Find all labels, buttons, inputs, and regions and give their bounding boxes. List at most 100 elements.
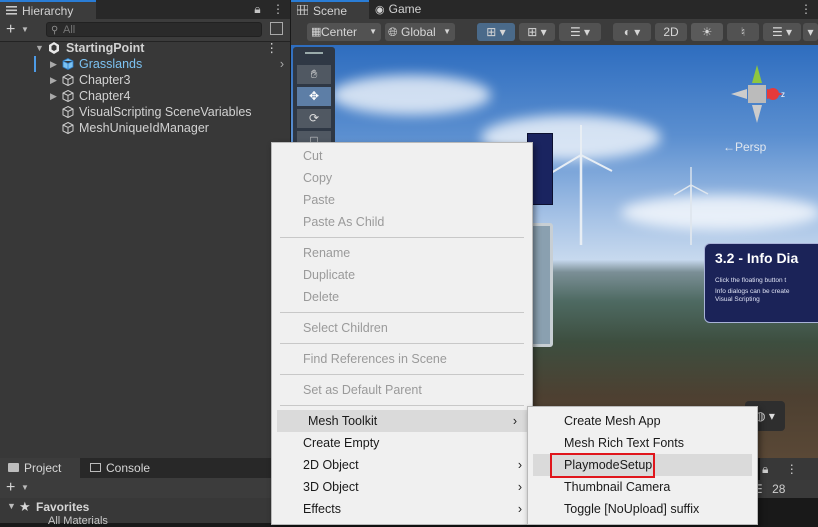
2d-toggle[interactable]: 2D xyxy=(655,23,687,41)
expand-triangle-icon[interactable]: ▼ xyxy=(35,40,44,56)
favorite-item[interactable]: All Materials xyxy=(48,515,108,527)
tree-item-visualscripting[interactable]: VisualScripting SceneVariables xyxy=(0,104,290,120)
more-options-icon[interactable]: ⋮ xyxy=(800,2,812,16)
menu-item-3d-object[interactable]: 3D Object › xyxy=(272,476,532,498)
panel-controls: 🔒︎ ⋮ xyxy=(760,458,818,480)
unity-scene-icon xyxy=(49,42,59,54)
menu-item-find-references[interactable]: Find References in Scene xyxy=(272,348,532,370)
add-icon[interactable]: + xyxy=(6,21,15,39)
menu-item-mesh-toolkit[interactable]: Mesh Toolkit › xyxy=(277,410,527,432)
item-label: VisualScripting SceneVariables xyxy=(79,105,252,119)
menu-item-paste-as-child[interactable]: Paste As Child xyxy=(272,211,532,233)
menu-item-delete[interactable]: Delete xyxy=(272,286,532,308)
tab-hierarchy-label: Hierarchy xyxy=(22,4,74,18)
menu-item-label: Delete xyxy=(303,290,340,304)
menu-separator xyxy=(280,405,524,406)
expand-triangle-icon[interactable]: ▶ xyxy=(50,72,57,88)
submenu-item-rich-text-fonts[interactable]: Mesh Rich Text Fonts xyxy=(528,432,757,454)
tree-item-chapter4[interactable]: ▶ Chapter4 xyxy=(0,88,290,104)
context-menu: Cut Copy Paste Paste As Child Rename Dup… xyxy=(271,142,533,525)
space-label: Global xyxy=(401,25,436,39)
more-options-icon[interactable]: ⋮ xyxy=(786,462,798,476)
mute-icon: ♮ xyxy=(740,25,746,39)
move-tool-button[interactable]: ✥ xyxy=(297,87,331,106)
tree-item-chapter3[interactable]: ▶ Chapter3 xyxy=(0,72,290,88)
asset-count: 28 xyxy=(772,482,786,496)
expand-triangle-icon[interactable]: ▶ xyxy=(50,88,57,104)
more-options-icon[interactable]: ⋮ xyxy=(272,2,284,16)
tab-console[interactable]: Console xyxy=(84,458,174,478)
snap-increment-button[interactable]: ⊞ ▾ xyxy=(519,23,555,41)
tree-item-meshuniqueid[interactable]: MeshUniqueIdManager xyxy=(0,120,290,136)
tab-game-label: Game xyxy=(388,2,422,16)
menu-item-label: Find References in Scene xyxy=(303,352,447,366)
more-options-icon[interactable]: ⋮ xyxy=(266,40,279,56)
grid-snap-button[interactable]: ⊞ ▾ xyxy=(477,23,515,41)
tab-game[interactable]: ◉ Game xyxy=(375,0,421,19)
tab-scene[interactable]: Scene xyxy=(291,0,369,19)
menu-item-effects[interactable]: Effects › xyxy=(272,498,532,520)
camera-icon: ◍ ▾ xyxy=(755,409,775,423)
favorites-section[interactable]: ▼ ★ Favorites All Materials xyxy=(0,499,290,527)
menu-item-label: Cut xyxy=(303,149,323,163)
lighting-toggle[interactable]: ☀ xyxy=(691,23,723,41)
menu-item-cut[interactable]: Cut xyxy=(272,145,532,167)
menu-item-paste[interactable]: Paste xyxy=(272,189,532,211)
selection-marker xyxy=(34,56,36,72)
menu-item-2d-object[interactable]: 2D Object › xyxy=(272,454,532,476)
rotate-tool-button[interactable]: ⟳ xyxy=(297,109,331,128)
search-input[interactable]: ⚲ All xyxy=(46,22,262,37)
hand-tool-button[interactable]: ✋︎ xyxy=(297,65,331,84)
submenu-item-thumbnail-camera[interactable]: Thumbnail Camera xyxy=(528,476,757,498)
lock-icon[interactable]: 🔒︎ xyxy=(254,2,260,16)
gamepad-icon: ◉ xyxy=(375,4,385,16)
tree-item-grasslands[interactable]: ▶ Grasslands › xyxy=(0,56,290,72)
menu-item-create-empty[interactable]: Create Empty xyxy=(272,432,532,454)
submenu-item-label: Toggle [NoUpload] suffix xyxy=(564,502,700,516)
tab-hierarchy[interactable]: Hierarchy xyxy=(0,0,96,19)
projection-label[interactable]: ←Persp xyxy=(723,140,766,154)
expand-triangle-icon[interactable]: ▶ xyxy=(50,56,57,72)
menu-item-rename[interactable]: Rename xyxy=(272,242,532,264)
info-title: 3.2 - Info Dia xyxy=(715,250,799,266)
globe-icon: 🌐︎ xyxy=(388,25,398,39)
chevron-down-icon: ▼ xyxy=(369,27,377,36)
info-line: Info dialogs can be create xyxy=(715,288,790,295)
hierarchy-panel: Hierarchy 🔒︎ ⋮ + ▼ ⚲ All ▼ StartingPoint… xyxy=(0,0,290,458)
chevron-down-icon: ▾ xyxy=(807,25,814,39)
submenu-item-create-mesh-app[interactable]: Create Mesh App xyxy=(528,410,757,432)
layers-icon: ☰ ▾ xyxy=(771,25,793,39)
search-placeholder: All xyxy=(63,24,76,36)
chevron-right-icon[interactable]: › xyxy=(280,56,284,72)
draw-mode-dropdown[interactable]: ◐ ▾ xyxy=(613,23,651,41)
tree-item-root[interactable]: ▼ StartingPoint ⋮ xyxy=(0,40,290,56)
expand-triangle-icon[interactable]: ▼ xyxy=(7,501,16,511)
menu-item-label: 2D Object xyxy=(303,458,359,472)
scene-tab-controls: ⋮ xyxy=(800,0,812,19)
chevron-down-icon[interactable]: ▼ xyxy=(21,483,29,492)
overflow-button[interactable]: ▾ xyxy=(803,23,818,41)
scene-visibility-icon[interactable] xyxy=(270,22,283,35)
menu-item-select-children[interactable]: Select Children xyxy=(272,317,532,339)
menu-item-copy[interactable]: Copy xyxy=(272,167,532,189)
audio-toggle[interactable]: ♮ xyxy=(727,23,759,41)
submenu-item-toggle-noupload[interactable]: Toggle [NoUpload] suffix xyxy=(528,498,757,520)
tab-project[interactable]: Project xyxy=(0,458,80,478)
drag-handle-icon[interactable] xyxy=(305,52,323,54)
orientation-gizmo[interactable]: z xyxy=(721,59,793,129)
shading-icon: ◐ ▾ xyxy=(623,25,641,39)
menu-item-label: Paste xyxy=(303,193,335,207)
pivot-dropdown[interactable]: ▦ Center ▼ xyxy=(307,23,381,41)
menu-item-duplicate[interactable]: Duplicate xyxy=(272,264,532,286)
add-icon[interactable]: + xyxy=(6,479,15,497)
lock-icon[interactable]: 🔒︎ xyxy=(762,462,768,476)
ruler-icon: ☰ ▾ xyxy=(569,25,591,39)
menu-item-set-default-parent[interactable]: Set as Default Parent xyxy=(272,379,532,401)
cube-icon xyxy=(62,90,74,102)
effects-dropdown[interactable]: ☰ ▾ xyxy=(763,23,801,41)
cube-icon xyxy=(62,58,74,70)
chevron-down-icon[interactable]: ▼ xyxy=(21,25,29,34)
wind-turbine xyxy=(550,125,613,245)
space-dropdown[interactable]: 🌐︎ Global ▼ xyxy=(385,23,455,41)
ruler-button[interactable]: ☰ ▾ xyxy=(559,23,601,41)
